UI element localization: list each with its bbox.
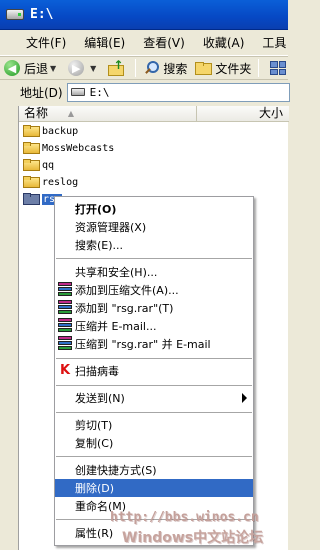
back-label: 后退	[24, 61, 49, 76]
title-bar[interactable]: E:\	[0, 0, 288, 30]
folders-button[interactable]: 文件夹	[191, 57, 255, 79]
menu-item-compress-email[interactable]: 压缩并 E-mail...	[55, 317, 253, 335]
menu-item-compress-rsg-email[interactable]: 压缩到 "rsg.rar" 并 E-mail	[55, 335, 253, 353]
menu-separator	[56, 258, 252, 259]
address-value: E:\	[89, 85, 110, 99]
menu-item-explorer[interactable]: 资源管理器(X)	[55, 218, 253, 236]
menu-view[interactable]: 查看(V)	[133, 34, 193, 51]
forward-arrow-icon: ▶	[68, 60, 85, 76]
file-row-backup[interactable]: backup	[23, 123, 78, 139]
menu-favorites[interactable]: 收藏(A)	[193, 34, 253, 51]
menu-item-label: 发送到(N)	[75, 392, 125, 405]
menu-bar: 文件(F) 编辑(E) 查看(V) 收藏(A) 工具	[0, 30, 288, 56]
winrar-icon	[58, 282, 72, 297]
folder-icon	[23, 125, 40, 137]
views-icon	[270, 61, 287, 75]
up-folder-button[interactable]: ↑	[104, 57, 132, 79]
search-label: 搜索	[163, 61, 188, 76]
menu-item-sharing[interactable]: 共享和安全(H)...	[55, 263, 253, 281]
folder-icon	[23, 176, 40, 188]
chevron-down-icon[interactable]: ▼	[90, 64, 96, 73]
menu-item-search[interactable]: 搜索(E)...	[55, 236, 253, 254]
file-name: qq	[42, 159, 55, 171]
menu-item-label: 添加到 "rsg.rar"(T)	[75, 302, 174, 315]
menu-edit[interactable]: 编辑(E)	[74, 34, 133, 51]
menu-separator	[56, 412, 252, 413]
search-button[interactable]: 搜索	[139, 57, 191, 79]
toolbar-divider	[135, 59, 137, 77]
menu-item-label: 扫描病毒	[75, 365, 119, 378]
menu-item-label: 压缩到 "rsg.rar" 并 E-mail	[75, 338, 211, 351]
menu-item-create-shortcut[interactable]: 创建快捷方式(S)	[55, 461, 253, 479]
address-input[interactable]: E:\	[66, 82, 290, 102]
context-menu: 打开(O) 资源管理器(X) 搜索(E)... 共享和安全(H)... 添加到压…	[54, 196, 254, 546]
menu-item-label: 压缩并 E-mail...	[75, 320, 157, 333]
file-row-mosswebcasts[interactable]: MossWebcasts	[23, 140, 114, 156]
winrar-icon	[58, 318, 72, 333]
menu-item-copy[interactable]: 复制(C)	[55, 434, 253, 452]
menu-file[interactable]: 文件(F)	[0, 34, 74, 51]
winrar-icon	[58, 336, 72, 351]
column-size-header[interactable]: 大小	[259, 106, 283, 121]
address-bar: 地址(D) E:\	[0, 80, 290, 104]
menu-separator	[56, 456, 252, 457]
column-name-label: 名称	[24, 106, 49, 120]
forward-button[interactable]: ▶ ▼	[64, 57, 104, 79]
submenu-arrow-icon	[242, 393, 247, 403]
search-icon	[143, 60, 160, 76]
watermark-site: Windows中文站论坛	[122, 530, 264, 546]
file-name: backup	[42, 125, 79, 137]
menu-item-add-to-rsg-rar[interactable]: 添加到 "rsg.rar"(T)	[55, 299, 253, 317]
winrar-icon	[58, 300, 72, 315]
menu-item-delete[interactable]: 删除(D)	[55, 479, 253, 497]
folder-icon	[23, 142, 40, 154]
menu-item-label: 添加到压缩文件(A)...	[75, 284, 179, 297]
folder-icon	[23, 193, 40, 205]
menu-tools[interactable]: 工具	[252, 34, 288, 51]
drive-icon	[6, 9, 24, 20]
menu-item-cut[interactable]: 剪切(T)	[55, 416, 253, 434]
back-button[interactable]: ◀ 后退 ▼	[0, 57, 64, 79]
file-row-qq[interactable]: qq	[23, 157, 54, 173]
folder-icon	[23, 159, 40, 171]
file-row-reslog[interactable]: reslog	[23, 174, 78, 190]
window-title: E:\	[30, 7, 54, 22]
watermark-url: http://bbs.winos.cn	[110, 510, 259, 525]
menu-item-open[interactable]: 打开(O)	[55, 200, 253, 218]
toolbar-divider	[258, 59, 260, 77]
file-name: MossWebcasts	[42, 142, 115, 154]
drive-icon	[70, 88, 85, 96]
sort-ascending-icon: ▲	[67, 109, 74, 118]
back-arrow-icon: ◀	[4, 60, 20, 76]
toolbar: ◀ 后退 ▼ ▶ ▼ ↑ 搜索 文件夹	[0, 56, 288, 80]
menu-separator	[56, 385, 252, 386]
file-name: reslog	[42, 176, 79, 188]
menu-separator	[56, 358, 252, 359]
column-name-header[interactable]: 名称 ▲	[19, 106, 197, 122]
address-label: 地址(D)	[20, 85, 63, 100]
menu-item-send-to[interactable]: 发送到(N)	[55, 389, 253, 407]
antivirus-icon: K	[60, 363, 71, 378]
views-button[interactable]	[262, 57, 288, 79]
chevron-down-icon[interactable]: ▼	[50, 64, 56, 73]
menu-item-add-to-archive[interactable]: 添加到压缩文件(A)...	[55, 281, 253, 299]
column-header: 名称 ▲ 大小	[19, 106, 289, 122]
folders-icon	[195, 61, 213, 75]
up-folder-icon: ↑	[108, 58, 125, 76]
folders-label: 文件夹	[215, 61, 252, 76]
menu-item-scan-virus[interactable]: K 扫描病毒	[55, 362, 253, 380]
